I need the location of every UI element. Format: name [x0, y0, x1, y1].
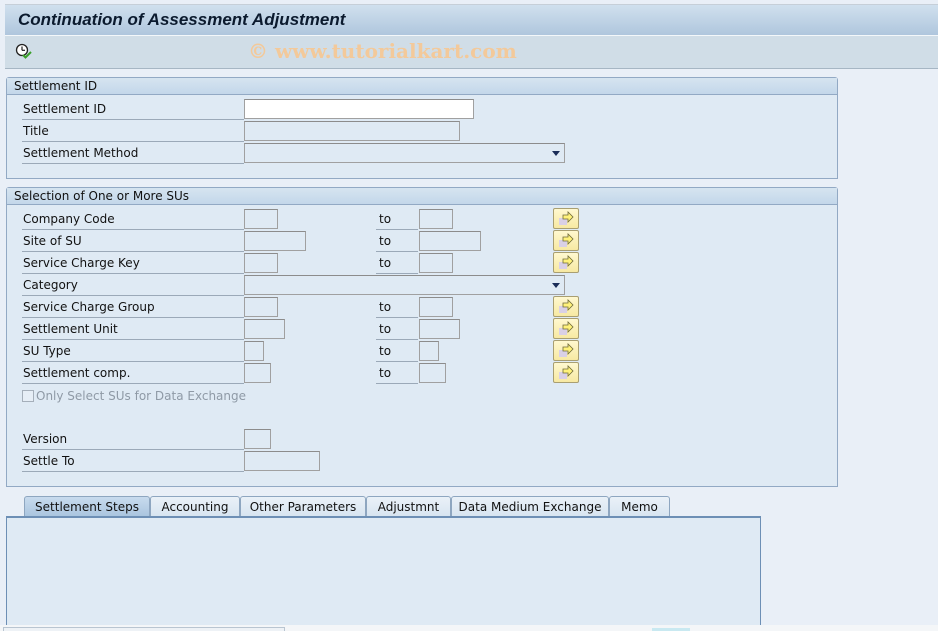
title-input [244, 121, 460, 141]
settle-to-input[interactable] [244, 451, 320, 471]
version-label: Version [22, 429, 244, 450]
to-label: to [376, 297, 418, 318]
data-exchange-checkbox-label: Only Select SUs for Data Exchange [36, 389, 247, 403]
settlement-unit-to-input[interactable] [419, 319, 460, 339]
tab-other-parameters[interactable]: Other Parameters [240, 496, 366, 517]
version-input[interactable] [244, 429, 271, 449]
execute-clock-check-icon[interactable] [14, 42, 34, 62]
chevron-down-icon [552, 151, 560, 156]
multiple-selection-arrow-icon [559, 365, 574, 379]
settlement-id-label: Settlement ID [22, 99, 244, 120]
settlement-comp-from-input[interactable] [244, 363, 271, 383]
page-title: Continuation of Assessment Adjustment [18, 10, 346, 29]
tab-adjustmnt[interactable]: Adjustmnt [366, 496, 451, 517]
multiple-selection-arrow-icon [559, 211, 574, 225]
category-label: Category [22, 275, 244, 296]
multiple-selection-button[interactable] [553, 318, 579, 339]
multiple-selection-arrow-icon [559, 343, 574, 357]
su-type-label: SU Type [22, 341, 244, 362]
settlement-comp-to-input[interactable] [419, 363, 446, 383]
application-toolbar: © www.tutorialkart.com [5, 35, 938, 69]
to-label: to [376, 319, 418, 340]
site-of-su-to-input[interactable] [419, 231, 481, 251]
tab-memo[interactable]: Memo [609, 496, 670, 517]
multiple-selection-button[interactable] [553, 208, 579, 229]
tab-panel [6, 516, 761, 631]
site-of-su-from-input[interactable] [244, 231, 306, 251]
service-charge-key-from-input[interactable] [244, 253, 278, 273]
service-charge-key-to-input[interactable] [419, 253, 453, 273]
to-label: to [376, 209, 418, 230]
chevron-down-icon [552, 283, 560, 288]
settlement-unit-label: Settlement Unit [22, 319, 244, 340]
service-charge-key-label: Service Charge Key [22, 253, 244, 274]
multiple-selection-button[interactable] [553, 252, 579, 273]
su-type-from-input[interactable] [244, 341, 264, 361]
multiple-selection-arrow-icon [559, 255, 574, 269]
to-label: to [376, 341, 418, 362]
company-code-from-input[interactable] [244, 209, 278, 229]
multiple-selection-button[interactable] [553, 296, 579, 317]
settlement-comp-label: Settlement comp. [22, 363, 244, 384]
tab-accounting[interactable]: Accounting [150, 496, 240, 517]
settlement-id-input[interactable] [244, 99, 474, 119]
service-charge-group-label: Service Charge Group [22, 297, 244, 318]
multiple-selection-button[interactable] [553, 340, 579, 361]
tab-data-medium-exchange[interactable]: Data Medium Exchange [451, 496, 609, 517]
tab-settlement-steps[interactable]: Settlement Steps [24, 496, 150, 517]
company-code-label: Company Code [22, 209, 244, 230]
settlement-method-dropdown[interactable] [244, 143, 565, 163]
title-label: Title [22, 121, 244, 142]
service-charge-group-from-input[interactable] [244, 297, 278, 317]
status-message-area [3, 627, 285, 631]
group-header: Settlement ID [7, 78, 837, 95]
category-dropdown[interactable] [244, 275, 565, 295]
multiple-selection-arrow-icon [559, 233, 574, 247]
site-of-su-label: Site of SU [22, 231, 244, 252]
multiple-selection-button[interactable] [553, 362, 579, 383]
status-bar [0, 625, 938, 631]
settlement-unit-from-input[interactable] [244, 319, 285, 339]
to-label: to [376, 363, 418, 384]
data-exchange-checkbox-row[interactable]: Only Select SUs for Data Exchange [22, 388, 246, 404]
group-header: Selection of One or More SUs [7, 188, 837, 205]
to-label: to [376, 231, 418, 252]
multiple-selection-button[interactable] [553, 230, 579, 251]
settlement-method-label: Settlement Method [22, 143, 244, 164]
company-code-to-input[interactable] [419, 209, 453, 229]
settle-to-label: Settle To [22, 451, 244, 472]
to-label: to [376, 253, 418, 274]
data-exchange-checkbox[interactable] [22, 390, 34, 402]
multiple-selection-arrow-icon [559, 321, 574, 335]
watermark: © www.tutorialkart.com [248, 39, 517, 63]
selection-group: Selection of One or More SUs Company Cod… [6, 187, 838, 487]
title-bar: Continuation of Assessment Adjustment [5, 4, 938, 35]
multiple-selection-arrow-icon [559, 299, 574, 313]
settlement-id-group: Settlement ID Settlement ID Title Settle… [6, 77, 838, 179]
service-charge-group-to-input[interactable] [419, 297, 453, 317]
su-type-to-input[interactable] [419, 341, 439, 361]
